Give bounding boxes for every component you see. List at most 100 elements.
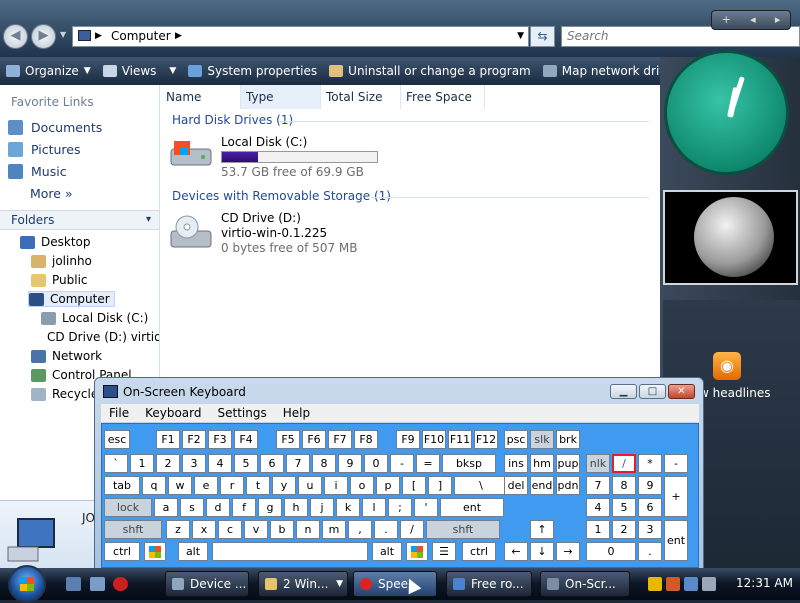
- key-row2-13[interactable]: bksp: [442, 454, 496, 473]
- views-button[interactable]: Views ▼: [97, 57, 183, 85]
- key-row5-14[interactable]: 2: [612, 520, 636, 539]
- key-row3-9[interactable]: o: [350, 476, 374, 495]
- key-row4-10[interactable]: ;: [388, 498, 412, 517]
- key-row2-19[interactable]: *: [638, 454, 662, 473]
- key-row2-11[interactable]: -: [390, 454, 414, 473]
- key-row2-6[interactable]: 6: [260, 454, 284, 473]
- key-row5-0[interactable]: shft: [104, 520, 162, 539]
- key-row3-8[interactable]: i: [324, 476, 348, 495]
- network-icon[interactable]: [684, 577, 698, 591]
- key-row6-0[interactable]: ctrl: [104, 542, 140, 561]
- key-row4-11[interactable]: ': [414, 498, 438, 517]
- key-row4-5[interactable]: g: [258, 498, 282, 517]
- key-row5-6[interactable]: n: [296, 520, 320, 539]
- key-row3-10[interactable]: p: [376, 476, 400, 495]
- map-network-drive-button[interactable]: Map network drive: [537, 57, 660, 85]
- menu-keyboard[interactable]: Keyboard: [137, 404, 209, 422]
- key-row4-8[interactable]: k: [336, 498, 360, 517]
- key-row4-4[interactable]: f: [232, 498, 256, 517]
- key-row4-6[interactable]: h: [284, 498, 308, 517]
- key-row3-19[interactable]: 9: [638, 476, 662, 495]
- organize-button[interactable]: Organize ▼: [0, 57, 97, 85]
- key-row5-10[interactable]: /: [400, 520, 424, 539]
- key-row2-9[interactable]: 9: [338, 454, 362, 473]
- key-row5-8[interactable]: ,: [348, 520, 372, 539]
- key-row1-11[interactable]: F11: [448, 430, 472, 449]
- key-row3-5[interactable]: t: [246, 476, 270, 495]
- key-row6-4[interactable]: ←: [504, 542, 528, 561]
- key-row2-0[interactable]: `: [104, 454, 128, 473]
- key-row2-1[interactable]: 1: [130, 454, 154, 473]
- tree-item-network[interactable]: Network: [31, 349, 102, 363]
- column-type[interactable]: Type: [241, 85, 321, 109]
- key-row3-6[interactable]: y: [272, 476, 296, 495]
- context-menu-key-icon[interactable]: ☰: [432, 542, 456, 561]
- menu-file[interactable]: File: [101, 404, 137, 422]
- tree-item-cd-drive[interactable]: CD Drive (D:) virtio-win-0.1.225: [41, 330, 159, 344]
- column-total-size[interactable]: Total Size: [321, 85, 401, 109]
- forward-button[interactable]: ▶: [31, 24, 56, 49]
- close-button[interactable]: ✕: [668, 384, 695, 399]
- system-properties-button[interactable]: System properties: [182, 57, 323, 85]
- group-removable-storage[interactable]: Devices with Removable Storage (1): [172, 189, 391, 203]
- drive-local-disk-c[interactable]: Local Disk (C:) 53.7 GB free of 69.9 GB: [169, 135, 489, 185]
- favorite-music[interactable]: Music: [8, 164, 67, 179]
- key-row5-3[interactable]: c: [218, 520, 242, 539]
- folders-header[interactable]: Folders ▾: [0, 210, 159, 230]
- key-row5-12[interactable]: ↑: [530, 520, 554, 539]
- key-row1-4[interactable]: F4: [234, 430, 258, 449]
- key-row6-5[interactable]: ↓: [530, 542, 554, 561]
- back-button[interactable]: ◀: [3, 24, 28, 49]
- key-row4-1[interactable]: a: [154, 498, 178, 517]
- spacebar-key[interactable]: [212, 542, 368, 561]
- minimize-button[interactable]: ▁: [610, 384, 637, 399]
- recent-pages-icon[interactable]: ▼: [60, 30, 66, 39]
- key-row4-9[interactable]: l: [362, 498, 386, 517]
- key-row2-5[interactable]: 5: [234, 454, 258, 473]
- task-device-manager[interactable]: Device ...: [165, 571, 249, 597]
- key-row3-11[interactable]: [: [402, 476, 426, 495]
- column-free-space[interactable]: Free Space: [401, 85, 485, 109]
- refresh-button[interactable]: ⇆: [530, 26, 555, 47]
- key-row2-4[interactable]: 4: [208, 454, 232, 473]
- start-button[interactable]: [8, 565, 46, 603]
- key-row4-13[interactable]: 4: [586, 498, 610, 517]
- key-row4-2[interactable]: s: [180, 498, 204, 517]
- key-row3-16[interactable]: pdn: [556, 476, 580, 495]
- key-row4-3[interactable]: d: [206, 498, 230, 517]
- key-row2-20[interactable]: -: [664, 454, 688, 473]
- key-row4-7[interactable]: j: [310, 498, 334, 517]
- key-row3-4[interactable]: r: [220, 476, 244, 495]
- key-row5-9[interactable]: .: [374, 520, 398, 539]
- tree-item-public[interactable]: Public: [31, 273, 88, 287]
- key-row5-1[interactable]: z: [166, 520, 190, 539]
- key-row1-7[interactable]: F7: [328, 430, 352, 449]
- key-row5-7[interactable]: m: [322, 520, 346, 539]
- key-row2-3[interactable]: 3: [182, 454, 206, 473]
- key-row5-2[interactable]: x: [192, 520, 216, 539]
- key-row3-0[interactable]: tab: [104, 476, 140, 495]
- key-row2-16[interactable]: pup: [556, 454, 580, 473]
- key-row6-8[interactable]: .: [638, 542, 662, 561]
- task-speed[interactable]: Spee...: [353, 571, 437, 597]
- key-row5-5[interactable]: b: [270, 520, 294, 539]
- key-row4-0[interactable]: lock: [104, 498, 152, 517]
- key-row3-20[interactable]: +: [664, 476, 688, 517]
- menu-help[interactable]: Help: [275, 404, 318, 422]
- key-row3-18[interactable]: 8: [612, 476, 636, 495]
- favorite-pictures[interactable]: Pictures: [8, 142, 81, 157]
- key-row1-2[interactable]: F2: [182, 430, 206, 449]
- key-row1-9[interactable]: F9: [396, 430, 420, 449]
- key-row1-5[interactable]: F5: [276, 430, 300, 449]
- task-free-ro[interactable]: Free ro...: [446, 571, 532, 597]
- switch-windows-icon[interactable]: [90, 577, 105, 591]
- uninstall-program-button[interactable]: Uninstall or change a program: [323, 57, 537, 85]
- drive-cd-d[interactable]: CD Drive (D:) virtio-win-0.1.225 0 bytes…: [169, 211, 489, 261]
- key-row1-0[interactable]: esc: [104, 430, 130, 449]
- slideshow-gadget[interactable]: [663, 190, 798, 285]
- chevron-down-icon[interactable]: ▼: [517, 27, 524, 46]
- key-row1-10[interactable]: F10: [422, 430, 446, 449]
- key-row6-3[interactable]: ctrl: [462, 542, 496, 561]
- key-row2-8[interactable]: 8: [312, 454, 336, 473]
- address-field[interactable]: ▶ Computer ▶ ▼: [72, 26, 529, 47]
